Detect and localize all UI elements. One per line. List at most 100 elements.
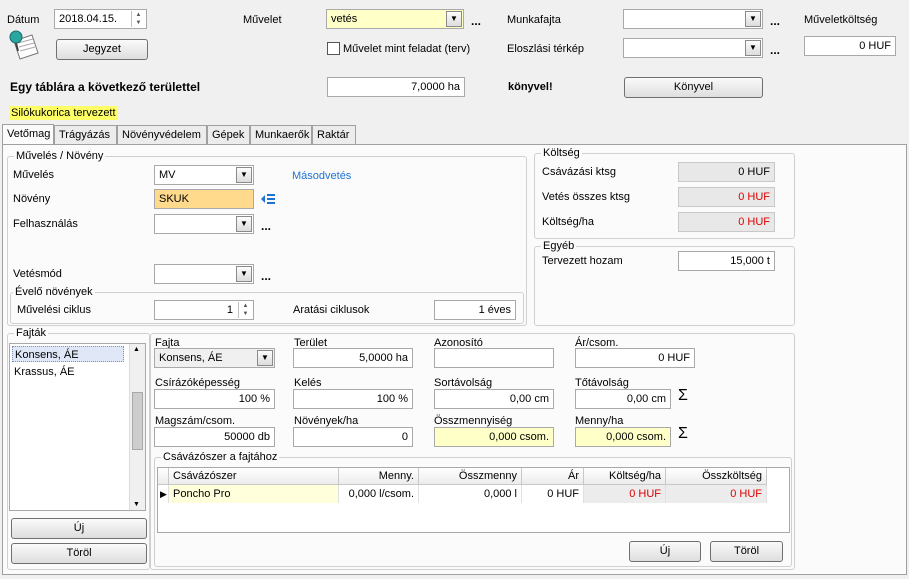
list-select-icon[interactable] — [260, 191, 276, 207]
chevron-down-icon[interactable]: ▼ — [257, 350, 273, 366]
aratasi-field[interactable]: 1 éves — [434, 300, 516, 320]
evelo-group-title: Évelő növények — [13, 285, 95, 299]
totav-field[interactable]: 0,00 cm — [575, 389, 671, 409]
col-header-osszmenny[interactable]: Összmenny — [419, 468, 522, 485]
muveleci-ciklus-label: Művelési ciklus — [17, 304, 91, 316]
list-item[interactable]: Konsens, ÁE — [12, 346, 124, 362]
sortav-field[interactable]: 0,00 cm — [434, 389, 554, 409]
note-pin-icon — [6, 29, 40, 61]
vetesmod-label: Vetésmód — [13, 268, 62, 280]
fajta-value: Konsens, ÁE — [159, 352, 223, 364]
jegyzet-button[interactable]: Jegyzet — [56, 39, 148, 60]
koltseg-ha-label: Költség/ha — [542, 216, 594, 228]
muvelet-feladat-checkbox[interactable] — [327, 42, 340, 55]
muveletkoltseg-label: Műveletköltség — [804, 14, 878, 26]
cell-menny[interactable]: 0,000 l/csom. — [339, 485, 419, 503]
cell-osszmenny[interactable]: 0,000 l — [419, 485, 522, 503]
eloszlasi-combo[interactable]: ▼ — [623, 38, 763, 58]
chevron-down-icon[interactable]: ▼ — [236, 266, 252, 282]
chevron-down-icon[interactable]: ▼ — [745, 11, 761, 27]
col-header-csavazoszer[interactable]: Csávázószer — [169, 468, 339, 485]
col-header-koltseg-ha[interactable]: Költség/ha — [584, 468, 666, 485]
muvelet-feladat-label: Művelet mint feladat (terv) — [343, 43, 471, 55]
muveles-group-title: Művelés / Növény — [14, 149, 106, 163]
menny-ha-field[interactable]: 0,000 csom. — [575, 427, 671, 447]
datum-label: Dátum — [7, 14, 40, 26]
fajta-uj-button[interactable]: Új — [11, 518, 147, 539]
scroll-down-icon[interactable]: ▼ — [133, 501, 140, 508]
fajta-combo[interactable]: Konsens, ÁE ▼ — [154, 348, 275, 368]
ar-csom-field[interactable]: 0 HUF — [575, 348, 695, 368]
felhasznalas-combo[interactable]: ▼ — [154, 214, 254, 234]
plan-name: Silókukorica tervezett — [9, 106, 118, 120]
csavazoszer-grid[interactable]: Csávázószer Menny. Összmenny Ár Költség/… — [157, 467, 790, 533]
muveleci-ciklus-field[interactable]: 1 ▲ ▼ — [154, 300, 254, 320]
list-item[interactable]: Krassus, ÁE — [12, 364, 124, 380]
eloszlasi-more-button[interactable]: ... — [770, 43, 780, 57]
vetesmod-combo[interactable]: ▼ — [154, 264, 254, 284]
chevron-down-icon[interactable]: ▼ — [745, 40, 761, 56]
fajta-torol-button[interactable]: Töröl — [11, 543, 147, 564]
tab-raktar[interactable]: Raktár — [312, 125, 356, 145]
csavazoszer-uj-button[interactable]: Új — [629, 541, 701, 562]
sortav-label: Sortávolság — [434, 377, 493, 389]
scroll-thumb[interactable] — [132, 392, 143, 450]
aratasi-label: Aratási ciklusok — [293, 304, 370, 316]
noveny-field[interactable]: SKUK — [154, 189, 254, 209]
cell-csavazoszer[interactable]: Poncho Pro — [169, 485, 339, 503]
cell-ar[interactable]: 0 HUF — [522, 485, 584, 503]
cell-osszkoltseg: 0 HUF — [666, 485, 767, 503]
munkafajta-more-button[interactable]: ... — [770, 14, 780, 28]
muvelet-more-button[interactable]: ... — [471, 14, 481, 28]
tab-tragyazas[interactable]: Trágyázás — [54, 125, 117, 145]
col-header-menny[interactable]: Menny. — [339, 468, 419, 485]
munkafajta-label: Munkafajta — [507, 14, 561, 26]
csirazo-label: Csírázóképesség — [155, 377, 240, 389]
datum-spinner[interactable]: ▲ ▼ — [131, 11, 145, 27]
magszam-field[interactable]: 50000 db — [154, 427, 275, 447]
col-header-osszkoltseg[interactable]: Összköltség — [666, 468, 767, 485]
row-pointer-icon: ▶ — [158, 485, 169, 503]
datum-value: 2018.04.15. — [59, 13, 118, 25]
keles-field[interactable]: 100 % — [293, 389, 413, 409]
tab-gepek[interactable]: Gépek — [207, 125, 250, 145]
ciklus-spinner[interactable]: ▲ ▼ — [238, 302, 252, 318]
sum-icon[interactable]: Σ — [678, 388, 688, 404]
konyvel-button[interactable]: Könyvel — [624, 77, 763, 98]
tab-munkaerok[interactable]: Munkaerők — [250, 125, 312, 145]
osszmenny-field[interactable]: 0,000 csom. — [434, 427, 554, 447]
col-header-ar[interactable]: Ár — [522, 468, 584, 485]
muveletkoltseg-field[interactable]: 0 HUF — [804, 36, 896, 56]
chevron-down-icon[interactable]: ▼ — [236, 216, 252, 232]
datum-field[interactable]: 2018.04.15. ▲ ▼ — [54, 9, 147, 29]
fajtak-list[interactable]: Konsens, ÁE Krassus, ÁE ▲ ▼ — [9, 343, 146, 511]
chevron-down-icon[interactable]: ▼ — [236, 167, 252, 183]
muveles-combo[interactable]: MV ▼ — [154, 165, 254, 185]
munkafajta-combo[interactable]: ▼ — [623, 9, 763, 29]
noveny-ha-field[interactable]: 0 — [293, 427, 413, 447]
hozam-field[interactable]: 15,000 t — [678, 251, 775, 271]
noveny-ha-label: Növények/ha — [294, 415, 359, 427]
grid-corner — [158, 468, 169, 485]
masodvetes-link[interactable]: Másodvetés — [292, 169, 351, 183]
azonosito-field[interactable] — [434, 348, 554, 368]
book-area-field[interactable]: 7,0000 ha — [327, 77, 465, 97]
chevron-down-icon[interactable]: ▼ — [446, 11, 462, 27]
scroll-up-icon[interactable]: ▲ — [133, 346, 140, 353]
tab-vetomag[interactable]: Vetőmag — [2, 124, 54, 145]
fajtak-scrollbar[interactable]: ▲ ▼ — [129, 344, 145, 510]
tab-novenyvedelem[interactable]: Növényvédelem — [117, 125, 207, 145]
egyeb-group-title: Egyéb — [541, 239, 577, 253]
vetesmod-more-button[interactable]: ... — [261, 269, 271, 283]
konyvel-text: könyvel! — [508, 81, 553, 93]
terulet-field[interactable]: 5,0000 ha — [293, 348, 413, 368]
magszam-label: Magszám/csom. — [155, 415, 236, 427]
keles-label: Kelés — [294, 377, 322, 389]
sum-icon[interactable]: Σ — [678, 426, 688, 442]
csavazoszer-torol-button[interactable]: Töröl — [710, 541, 783, 562]
csavazoszer-group-title: Csávázószer a fajtához — [161, 450, 280, 464]
csirazo-field[interactable]: 100 % — [154, 389, 275, 409]
felhasznalas-more-button[interactable]: ... — [261, 219, 271, 233]
vetes-osszes-label: Vetés összes ktsg — [542, 191, 631, 203]
muvelet-combo[interactable]: vetés ▼ — [326, 9, 464, 29]
